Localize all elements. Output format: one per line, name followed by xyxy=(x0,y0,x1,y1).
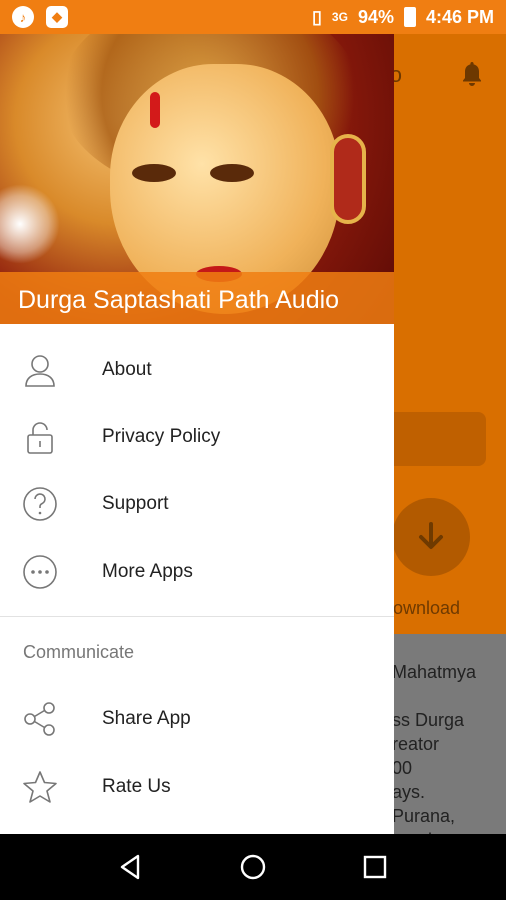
download-icon xyxy=(419,522,443,549)
star-icon xyxy=(23,771,57,803)
android-icon: ◆ xyxy=(46,6,68,28)
description-line xyxy=(392,684,506,708)
menu-item-rate-us[interactable]: Rate Us xyxy=(0,757,394,817)
description-line: reator xyxy=(392,734,440,754)
more-icon xyxy=(23,555,57,589)
drawer-header-image: Durga Saptashati Path Audio xyxy=(0,34,394,324)
navigation-drawer: Durga Saptashati Path Audio About Privac… xyxy=(0,34,394,834)
menu-label: More Apps xyxy=(102,561,193,582)
bindi-mark xyxy=(150,92,160,128)
drawer-title: Durga Saptashati Path Audio xyxy=(0,272,394,324)
network-indicator: 3G xyxy=(331,10,348,24)
music-icon: ♪ xyxy=(12,6,34,28)
menu-label: Share App xyxy=(102,708,191,729)
menu-item-privacy-policy[interactable]: Privacy Policy xyxy=(0,407,394,467)
menu-item-more-apps[interactable]: More Apps xyxy=(0,542,394,602)
description-line: Purana, xyxy=(392,806,456,826)
menu-label: Support xyxy=(102,493,169,514)
system-nav-bar xyxy=(0,834,506,900)
menu-label: About xyxy=(102,359,152,380)
menu-item-share-app[interactable]: Share App xyxy=(0,689,394,749)
left-eye xyxy=(132,164,176,182)
home-icon[interactable] xyxy=(238,852,268,882)
section-header-communicate: Communicate xyxy=(23,642,135,662)
description-line: 00 xyxy=(392,758,413,778)
menu-item-support[interactable]: Support xyxy=(0,474,394,534)
light-bokeh xyxy=(0,184,60,264)
back-icon[interactable] xyxy=(116,852,146,882)
divider xyxy=(0,616,394,617)
right-eye xyxy=(210,164,254,182)
bell-icon[interactable] xyxy=(460,60,484,88)
recents-icon[interactable] xyxy=(360,852,390,882)
person-icon xyxy=(25,355,55,387)
clock: 4:46 PM xyxy=(425,6,494,27)
battery-percent: 94% xyxy=(357,6,394,27)
vibrate-icon: ▯ xyxy=(312,6,322,27)
description-line: ays. xyxy=(392,782,426,802)
share-icon xyxy=(24,702,55,736)
menu-item-about[interactable]: About xyxy=(0,340,394,400)
menu-label: Rate Us xyxy=(102,776,171,797)
menu-label: Privacy Policy xyxy=(102,426,221,447)
battery-icon xyxy=(403,7,416,27)
description-line: ss Durga xyxy=(392,710,465,730)
lock-icon xyxy=(27,422,53,454)
earring xyxy=(330,134,366,224)
status-bar: ♪ ◆ ▯ 3G 94% 4:46 PM xyxy=(0,0,506,34)
download-button[interactable] xyxy=(392,498,470,576)
help-icon xyxy=(23,487,57,521)
description-line: Mahatmya xyxy=(392,662,477,682)
